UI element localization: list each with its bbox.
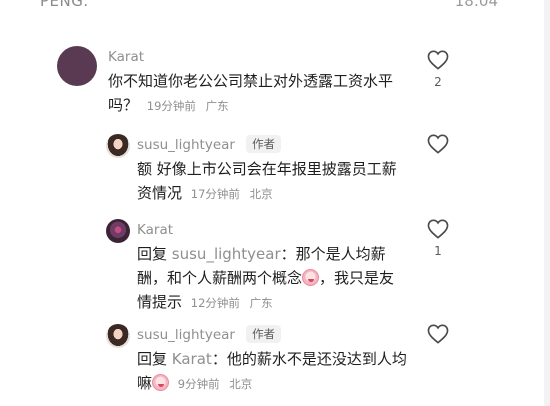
comment-meta: 19分钟前 广东 [147,99,235,113]
like-count: 1 [434,244,442,258]
username[interactable]: Karat [108,48,144,66]
reply-item: susu_lightyear 作者 回复 Karat：他的薪水不是还没达到人均嘛… [0,324,550,404]
comment-item: Karat 你不知道你老公公司禁止对外透露工资水平吗？ 19分钟前 广东 2 [0,46,550,126]
reply-body: susu_lightyear 作者 回复 Karat：他的薪水不是还没达到人均嘛… [137,324,407,396]
reply-meta: 12分钟前 广东 [191,296,279,310]
comment-body: Karat 你不知道你老公公司禁止对外透露工资水平吗？ 19分钟前 广东 [108,46,408,118]
author-badge: 作者 [246,135,282,153]
reply-header: susu_lightyear 作者 [137,134,407,154]
reply-text[interactable]: 回复 Karat：他的薪水不是还没达到人均嘛 9分钟前 北京 [137,347,407,396]
username[interactable]: Karat [137,221,173,239]
like-button[interactable]: 1 [427,219,449,258]
location: 广东 [205,99,229,113]
emoji-icon [152,374,170,391]
reply-meta: 17分钟前 北京 [191,187,279,201]
reply-body: Karat 回复 susu_lightyear：那个是人均薪酬，和个人薪酬两个概… [137,219,407,315]
time-ago: 12分钟前 [190,296,240,310]
reply-meta: 9分钟前 北京 [178,377,258,391]
reply-body: susu_lightyear 作者 额 好像上市公司会在年报里披露员工薪资情况 … [137,134,407,206]
like-button[interactable] [427,324,449,344]
reply-item: susu_lightyear 作者 额 好像上市公司会在年报里披露员工薪资情况 … [0,134,550,206]
header-time: 18:04 [454,0,498,10]
comment-text[interactable]: 你不知道你老公公司禁止对外透露工资水平吗？ 19分钟前 广东 [108,69,408,118]
reply-prefix: 回复 [137,245,168,263]
reply-prefix: 回复 [137,350,168,368]
avatar[interactable] [106,134,130,158]
avatar[interactable] [57,46,97,86]
reply-target-username[interactable]: Karat [172,350,212,368]
heart-icon [427,50,449,70]
time-ago: 9分钟前 [177,377,220,391]
time-ago: 19分钟前 [146,99,196,113]
heart-icon [427,134,449,154]
time-ago: 17分钟前 [190,187,240,201]
like-button[interactable]: 2 [427,50,449,89]
partial-header: PENG. 18:04 [0,0,550,18]
location: 北京 [229,377,253,391]
reply-header: susu_lightyear 作者 [137,324,407,344]
reply-item: Karat 回复 susu_lightyear：那个是人均薪酬，和个人薪酬两个概… [0,219,550,311]
location: 广东 [249,296,273,310]
reply-text[interactable]: 回复 susu_lightyear：那个是人均薪酬，和个人薪酬两个概念 ，我只是友… [137,242,407,315]
header-left-text: PENG. [40,0,89,10]
emoji-icon [302,269,320,286]
username[interactable]: susu_lightyear [137,136,235,154]
comment-header: Karat [108,46,408,66]
reply-target-username[interactable]: susu_lightyear [172,245,281,263]
author-badge: 作者 [246,325,282,343]
reply-header: Karat [137,219,407,239]
like-count: 2 [434,75,442,89]
like-button[interactable] [427,134,449,154]
username[interactable]: susu_lightyear [137,326,235,344]
location: 北京 [249,187,273,201]
reply-text[interactable]: 额 好像上市公司会在年报里披露员工薪资情况 17分钟前 北京 [137,157,407,206]
right-edge-shade [544,0,550,406]
heart-icon [427,324,449,344]
heart-icon [427,219,449,239]
avatar[interactable] [106,324,130,348]
avatar[interactable] [106,219,130,243]
